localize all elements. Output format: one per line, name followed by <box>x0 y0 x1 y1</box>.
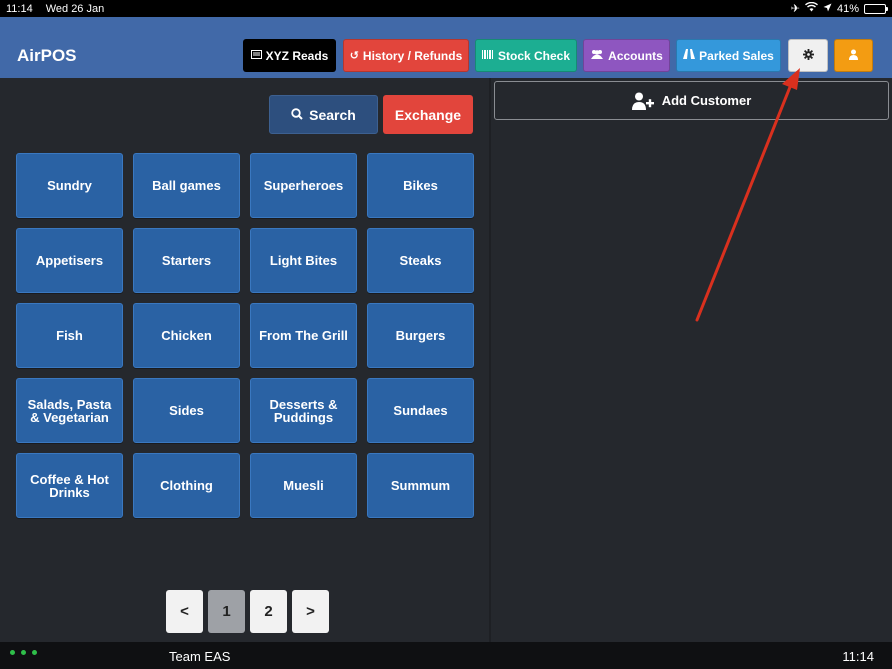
category-button[interactable]: Starters <box>133 228 240 293</box>
location-icon <box>823 3 832 15</box>
page-1-button[interactable]: 1 <box>208 590 245 633</box>
status-date: Wed 26 Jan <box>45 2 105 15</box>
category-button[interactable]: Chicken <box>133 303 240 368</box>
status-time: 11:14 <box>6 2 33 15</box>
search-label: Search <box>309 106 356 123</box>
stock-check-label: Stock Check <box>497 48 571 63</box>
connection-status-icon <box>10 650 37 655</box>
category-button[interactable]: Clothing <box>133 453 240 518</box>
category-button[interactable]: Burgers <box>367 303 474 368</box>
brand-title: AirPOS <box>17 46 77 65</box>
user-plus-icon <box>631 92 654 110</box>
parked-sales-label: Parked Sales <box>699 48 774 63</box>
parked-sales-button[interactable]: Parked Sales <box>676 39 781 72</box>
status-dot <box>32 650 37 655</box>
category-button[interactable]: Sides <box>133 378 240 443</box>
category-button[interactable]: Muesli <box>250 453 357 518</box>
barcode-icon <box>481 49 494 62</box>
settings-button[interactable] <box>788 39 828 72</box>
register-icon <box>250 49 262 62</box>
category-button[interactable]: Ball games <box>133 153 240 218</box>
battery-percent: 41% <box>836 2 859 15</box>
category-button[interactable]: Superheroes <box>250 153 357 218</box>
wifi-icon <box>805 1 818 15</box>
ios-status-bar: 11:14 Wed 26 Jan ✈ 41% <box>0 0 892 17</box>
xyz-reads-label: XYZ Reads <box>265 48 329 63</box>
pagination: < 1 2 > <box>166 590 329 633</box>
page-2-button[interactable]: 2 <box>250 590 287 633</box>
panel-divider <box>489 78 491 642</box>
next-page-button[interactable]: > <box>292 590 329 633</box>
stock-check-button[interactable]: Stock Check <box>475 39 577 72</box>
history-refunds-label: History / Refunds <box>362 48 463 63</box>
category-button[interactable]: From The Grill <box>250 303 357 368</box>
category-button[interactable]: Summum <box>367 453 474 518</box>
prev-page-button[interactable]: < <box>166 590 203 633</box>
gear-icon <box>802 48 814 63</box>
category-button[interactable]: Coffee & Hot Drinks <box>16 453 123 518</box>
search-button[interactable]: Search <box>269 95 378 134</box>
add-customer-label: Add Customer <box>661 93 752 108</box>
airplane-icon: ✈ <box>790 3 800 15</box>
road-icon <box>683 49 696 62</box>
footer-time: 11:14 <box>842 649 874 664</box>
category-grid: Sundry Ball games Superheroes Bikes Appetise… <box>16 153 474 518</box>
category-button[interactable]: Sundaes <box>367 378 474 443</box>
users-icon <box>590 49 604 62</box>
battery-icon <box>864 3 888 14</box>
history-icon: ↺ <box>349 50 359 62</box>
category-button[interactable]: Sundry <box>16 153 123 218</box>
category-button[interactable]: Bikes <box>367 153 474 218</box>
search-icon <box>291 107 303 123</box>
user-button[interactable] <box>834 39 873 72</box>
history-refunds-button[interactable]: ↺ History / Refunds <box>343 39 469 72</box>
footer-bar: Team EAS 11:14 <box>0 642 892 669</box>
status-dot <box>10 650 15 655</box>
exchange-button[interactable]: Exchange <box>383 95 473 134</box>
status-dot <box>21 650 26 655</box>
accounts-button[interactable]: Accounts <box>583 39 670 72</box>
user-icon <box>849 49 858 63</box>
accounts-label: Accounts <box>608 48 663 63</box>
xyz-reads-button[interactable]: XYZ Reads <box>243 39 336 72</box>
category-button[interactable]: Light Bites <box>250 228 357 293</box>
app-header: AirPOS XYZ Reads ↺ History / Refunds Sto… <box>0 17 892 78</box>
category-button[interactable]: Steaks <box>367 228 474 293</box>
category-button[interactable]: Appetisers <box>16 228 123 293</box>
add-customer-button[interactable]: Add Customer <box>494 81 889 120</box>
category-button[interactable]: Fish <box>16 303 123 368</box>
team-name: Team EAS <box>169 649 231 664</box>
category-button[interactable]: Desserts & Puddings <box>250 378 357 443</box>
category-button[interactable]: Salads, Pasta & Vegetarian <box>16 378 123 443</box>
